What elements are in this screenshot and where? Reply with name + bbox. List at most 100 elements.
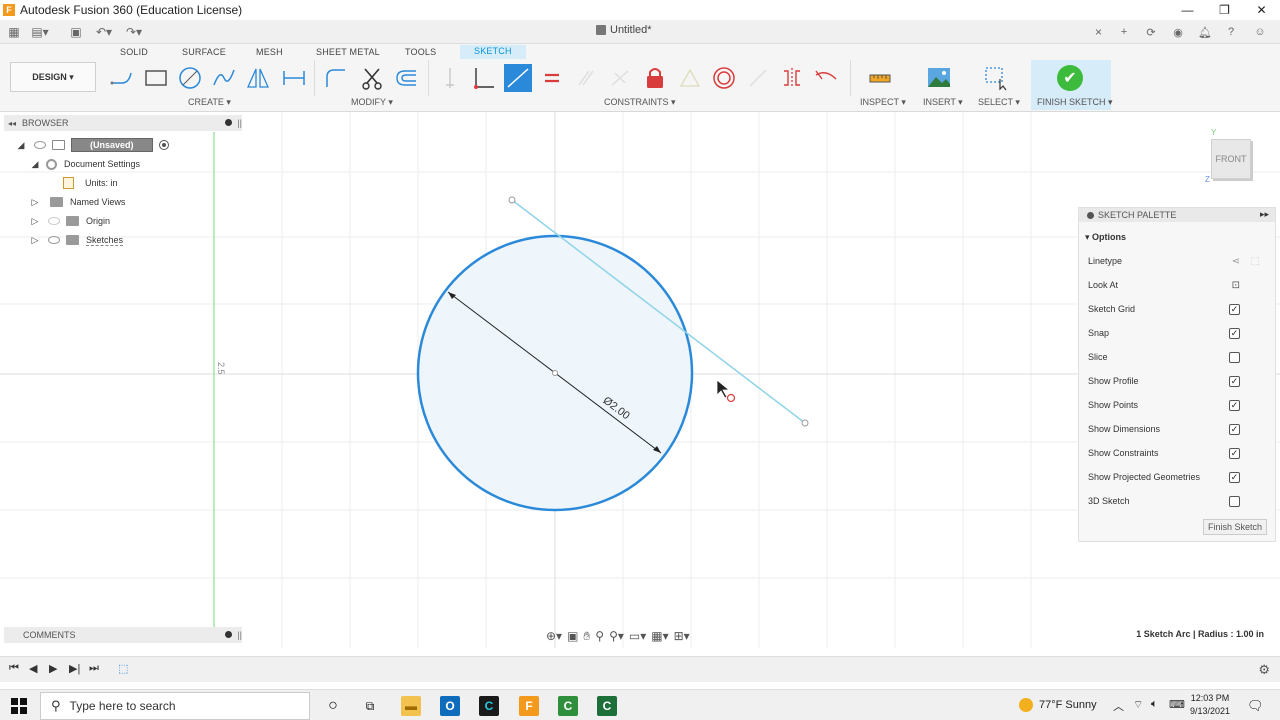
- visibility-eye-icon[interactable]: [48, 236, 60, 244]
- options-section-header[interactable]: ▾ Options: [1085, 232, 1126, 243]
- user-avatar-icon[interactable]: ☺: [1252, 24, 1268, 40]
- curvature-constraint-icon[interactable]: [812, 64, 840, 92]
- fusion-360-taskbar-icon[interactable]: F: [519, 696, 539, 716]
- expand-palette-icon[interactable]: ▸▸: [1260, 209, 1269, 220]
- comments-pin-icon[interactable]: [225, 631, 232, 638]
- display-settings-icon[interactable]: ▭▾: [629, 629, 646, 643]
- camtasia-icon[interactable]: C: [558, 696, 578, 716]
- show-profile-checkbox[interactable]: ✓: [1229, 375, 1240, 387]
- taskbar-clock[interactable]: 12:03 PM 9/13/2021: [1190, 692, 1230, 718]
- comments-resize-handle[interactable]: ||: [237, 630, 242, 640]
- symmetry-constraint-icon[interactable]: [778, 64, 806, 92]
- close-window-button[interactable]: ✕: [1243, 0, 1280, 20]
- collapse-browser-icon[interactable]: ◂◂: [8, 119, 16, 128]
- save-icon[interactable]: ▣: [68, 24, 84, 40]
- browser-panel-header[interactable]: ◂◂ BROWSER ||: [4, 115, 242, 131]
- taskbar-search-input[interactable]: ⚲ Type here to search: [40, 692, 310, 720]
- volume-icon[interactable]: 🔈︎: [1151, 698, 1158, 711]
- coincident-constraint-icon[interactable]: [470, 64, 498, 92]
- equal-constraint-icon[interactable]: [538, 64, 566, 92]
- parallel-constraint-icon[interactable]: [572, 64, 600, 92]
- help-icon[interactable]: ?: [1223, 24, 1239, 40]
- offset-tool-icon[interactable]: [392, 64, 420, 92]
- browser-item-named-views[interactable]: ▷ Named Views: [30, 193, 125, 211]
- grid-settings-icon[interactable]: ▦▾: [651, 629, 668, 643]
- restore-button[interactable]: ❐: [1206, 0, 1243, 20]
- browser-item-units[interactable]: Units: in: [63, 174, 118, 192]
- windows-start-icon[interactable]: [11, 698, 27, 714]
- snap-checkbox[interactable]: ✓: [1229, 327, 1240, 339]
- centerline-linetype-icon[interactable]: ⬚: [1251, 256, 1260, 267]
- weather-widget[interactable]: 77°F Sunny: [1019, 698, 1097, 712]
- zoom-icon[interactable]: ⚲: [595, 629, 604, 643]
- collinear-constraint-icon[interactable]: [744, 64, 772, 92]
- workspace-design-button[interactable]: DESIGN ▾: [10, 62, 96, 92]
- tab-sketch[interactable]: SKETCH: [460, 45, 526, 59]
- timeline-settings-gear-icon[interactable]: ⚙: [1258, 662, 1270, 678]
- midpoint-constraint-icon[interactable]: [676, 64, 704, 92]
- line-end-point[interactable]: [801, 419, 809, 427]
- tab-sheet-metal[interactable]: SHEET METAL: [316, 47, 380, 57]
- camtasia-recorder-icon[interactable]: C: [479, 696, 499, 716]
- finish-sketch-check-icon[interactable]: ✔: [1057, 65, 1083, 91]
- notification-center-icon[interactable]: 🗨︎: [1247, 698, 1264, 714]
- expand-triangle-icon[interactable]: ▷: [30, 235, 40, 245]
- tab-solid[interactable]: SOLID: [120, 47, 148, 57]
- select-menu[interactable]: SELECT ▾: [978, 97, 1020, 108]
- language-icon[interactable]: ⌨: [1169, 698, 1185, 711]
- tab-tools[interactable]: TOOLS: [405, 47, 436, 57]
- fix-unfix-lock-icon[interactable]: [641, 64, 669, 92]
- viewcube[interactable]: FRONT: [1211, 139, 1251, 179]
- browser-item-document-settings[interactable]: ◢ Document Settings: [30, 155, 140, 173]
- select-window-icon[interactable]: [982, 64, 1010, 92]
- file-menu-icon[interactable]: ▤▾: [31, 24, 48, 40]
- mirror-tool-icon[interactable]: [244, 64, 272, 92]
- tangent-constraint-icon[interactable]: [504, 64, 532, 92]
- expand-triangle-icon[interactable]: ▷: [30, 216, 40, 226]
- expand-triangle-icon[interactable]: ◢: [30, 159, 40, 169]
- browser-resize-handle[interactable]: ||: [237, 118, 242, 128]
- cortana-circle-icon[interactable]: ○: [323, 696, 343, 716]
- network-icon[interactable]: ⌔: [1133, 698, 1143, 712]
- show-points-checkbox[interactable]: ✓: [1229, 399, 1240, 411]
- visibility-eye-icon[interactable]: [34, 141, 46, 149]
- timeline-last-icon[interactable]: ⏭: [89, 662, 99, 675]
- data-panel-grid-icon[interactable]: ▦: [6, 24, 22, 40]
- insert-menu[interactable]: INSERT ▾: [923, 97, 963, 108]
- comments-panel-header[interactable]: COMMENTS ||: [4, 627, 242, 643]
- orbit-icon[interactable]: ⊕▾: [546, 629, 562, 643]
- perpendicular-constraint-icon[interactable]: [606, 64, 634, 92]
- extensions-icon[interactable]: ⟳: [1143, 24, 1159, 40]
- outlook-icon[interactable]: O: [440, 696, 460, 716]
- browser-item-origin[interactable]: ▷ Origin: [30, 212, 110, 230]
- document-tab[interactable]: Untitled*: [596, 24, 652, 36]
- palette-pin-icon[interactable]: [1087, 211, 1094, 219]
- slice-checkbox[interactable]: [1229, 351, 1240, 363]
- browser-pin-icon[interactable]: [225, 119, 232, 126]
- redo-icon[interactable]: ↷▾: [126, 24, 142, 40]
- timeline-play-icon[interactable]: ▶: [49, 662, 57, 675]
- show-constraints-checkbox[interactable]: ✓: [1229, 447, 1240, 459]
- circle-tool-icon[interactable]: [176, 64, 204, 92]
- fillet-tool-icon[interactable]: [322, 64, 350, 92]
- line-tool-icon[interactable]: [108, 64, 136, 92]
- modify-menu[interactable]: MODIFY ▾: [351, 97, 393, 108]
- new-tab-icon[interactable]: +: [1116, 24, 1132, 40]
- fit-zoom-icon[interactable]: ⚲▾: [609, 629, 624, 643]
- minimize-button[interactable]: —: [1169, 0, 1206, 20]
- expand-triangle-icon[interactable]: ◢: [16, 140, 26, 150]
- concentric-constraint-icon[interactable]: [710, 64, 738, 92]
- dimension-tool-icon[interactable]: [280, 64, 308, 92]
- pan-hand-icon[interactable]: ✋︎: [583, 629, 590, 644]
- activate-radio-icon[interactable]: [158, 140, 169, 150]
- tab-surface[interactable]: SURFACE: [182, 47, 226, 57]
- undo-icon[interactable]: ↶▾: [96, 24, 112, 40]
- task-view-icon[interactable]: ⧉: [360, 696, 380, 716]
- visibility-eye-icon[interactable]: [48, 217, 60, 225]
- expand-triangle-icon[interactable]: ▷: [30, 197, 40, 207]
- sketch-grid-checkbox[interactable]: ✓: [1229, 303, 1240, 315]
- show-projected-geometries-checkbox[interactable]: ✓: [1229, 471, 1240, 483]
- job-status-icon[interactable]: ◉: [1170, 24, 1186, 40]
- measure-ruler-icon[interactable]: [866, 64, 894, 92]
- timeline-previous-icon[interactable]: ◀: [29, 662, 37, 675]
